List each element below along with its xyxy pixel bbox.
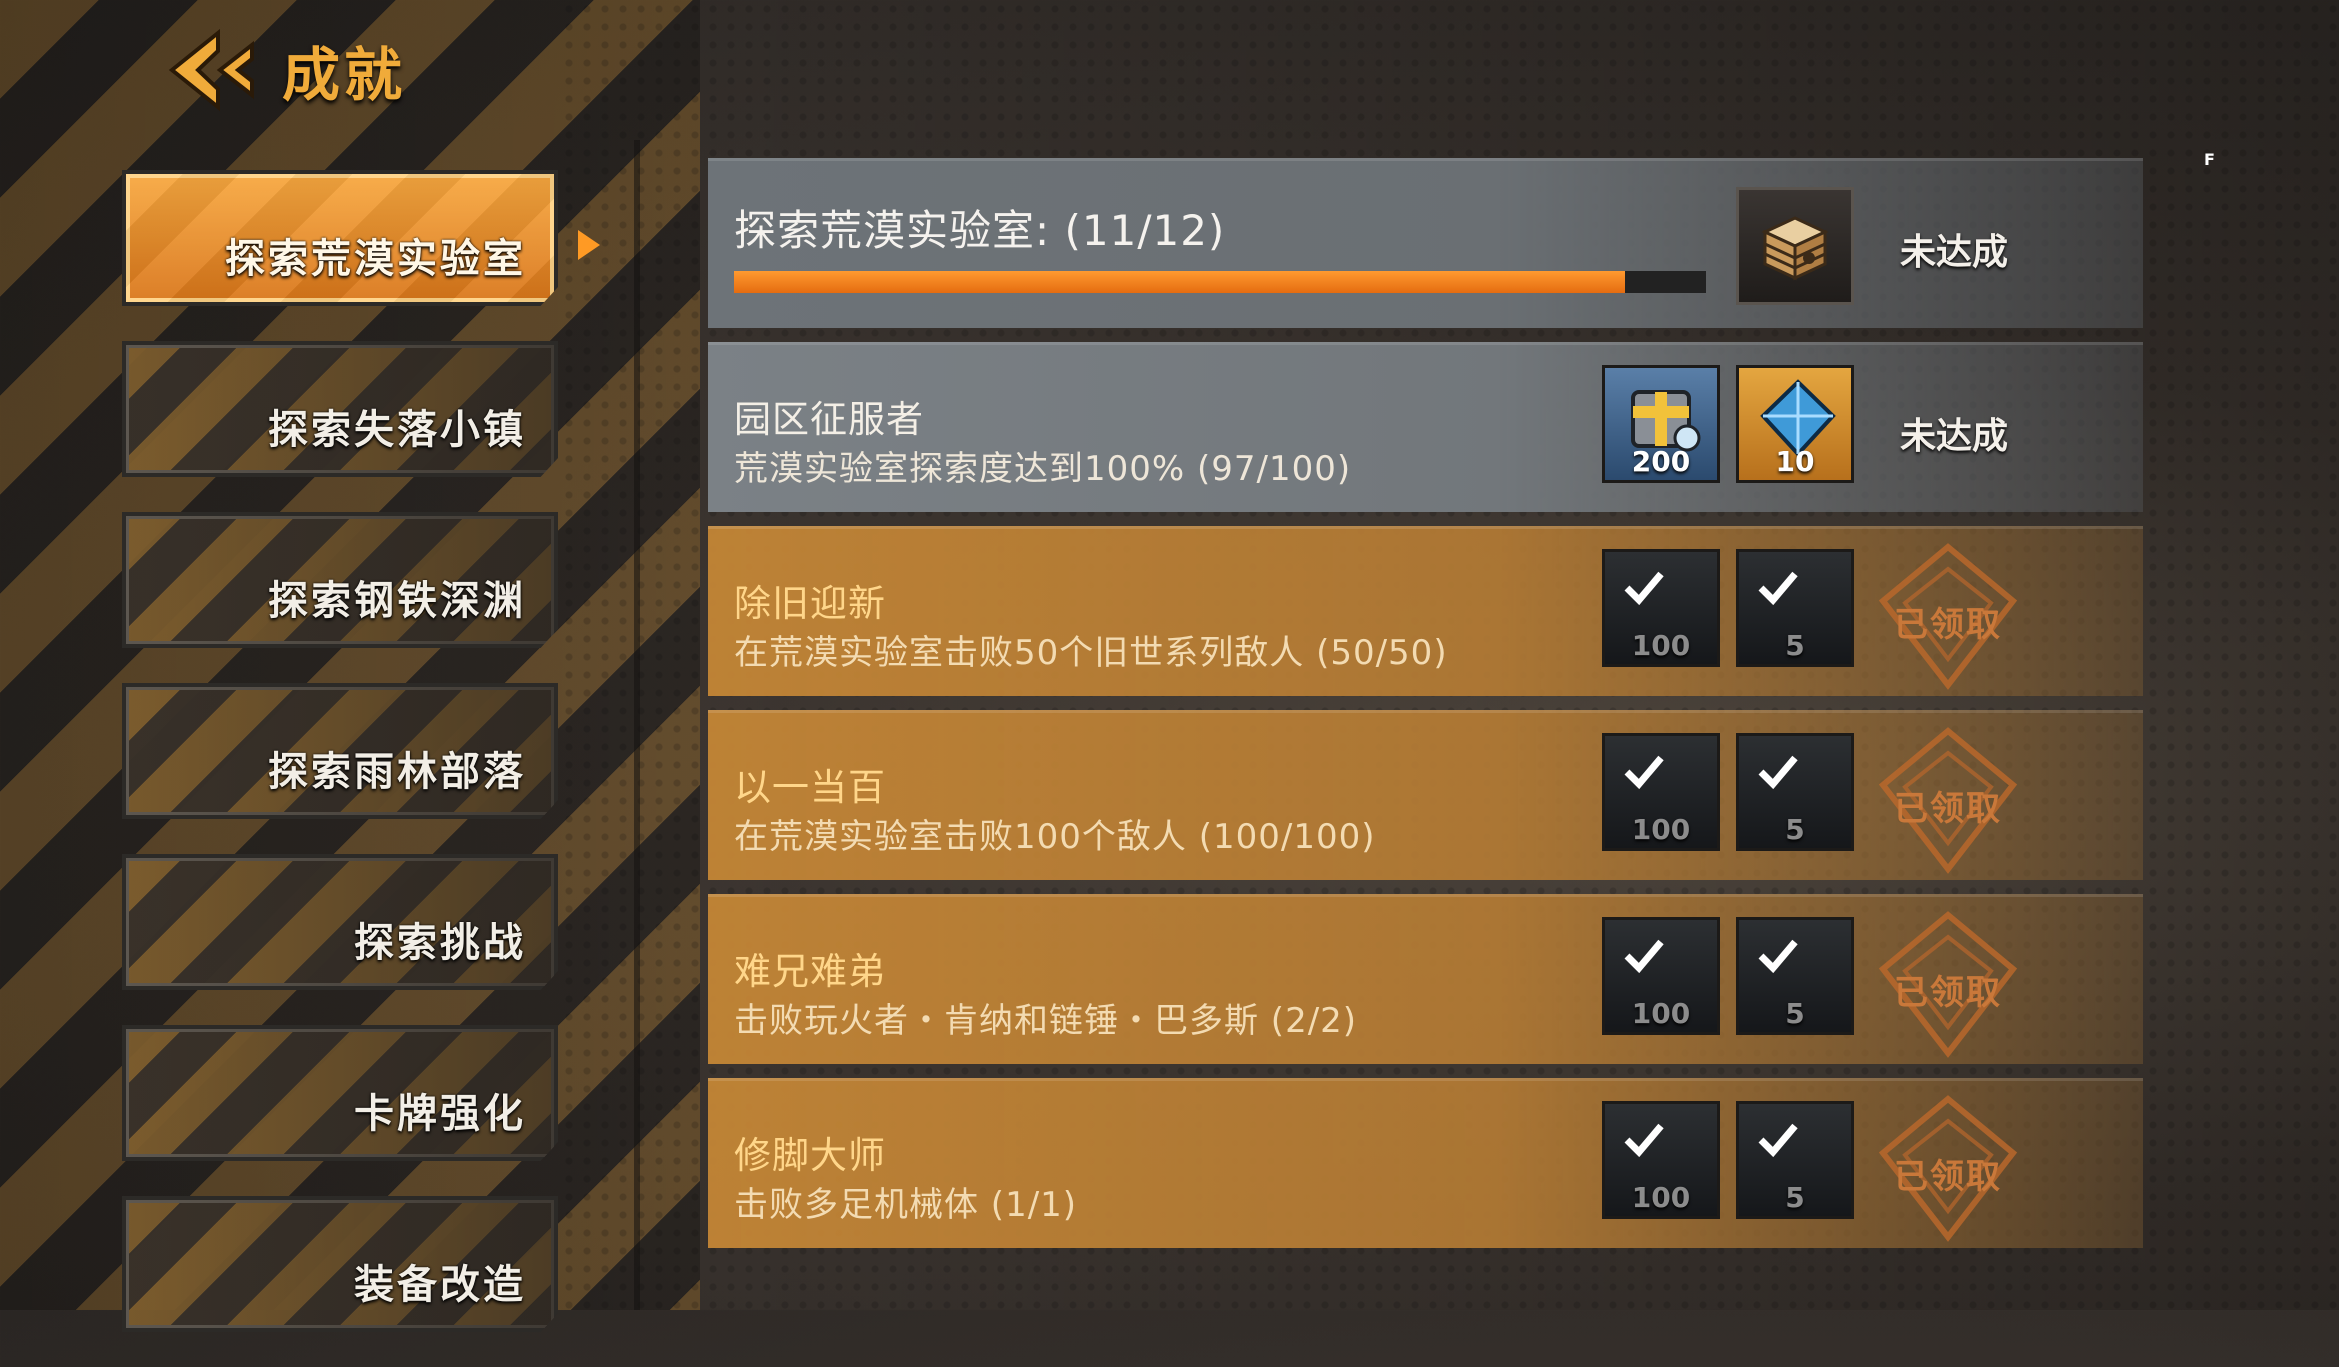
achievement-description: 在荒漠实验室击败100个敌人 (100/100) — [734, 817, 1376, 857]
checkmark-icon — [1624, 755, 1664, 790]
achievement-row: 难兄难弟 击败玩火者・肯纳和链锤・巴多斯 (2/2) 100 5 已领取 — [708, 894, 2143, 1064]
achievement-title: 修脚大师 — [734, 1134, 886, 1177]
sidebar-item-lost-town[interactable]: 探索失落小镇 — [122, 341, 558, 477]
active-indicator-arrow-icon — [578, 230, 600, 260]
claimed-stamp: 已领取 — [1873, 1093, 2023, 1243]
achievement-description: 在荒漠实验室击败50个旧世系列敌人 (50/50) — [734, 633, 1448, 673]
reward-quantity: 5 — [1785, 813, 1805, 846]
achievement-description: 击败玩火者・肯纳和链锤・巴多斯 (2/2) — [734, 1001, 1358, 1041]
reward-quantity: 5 — [1785, 997, 1805, 1030]
checkmark-icon — [1758, 571, 1798, 606]
sidebar-item-label: 探索失落小镇 — [268, 407, 526, 453]
sidebar-item-desert-lab[interactable]: 探索荒漠实验室 — [122, 170, 558, 306]
achievement-title: 以一当百 — [734, 766, 886, 809]
checkmark-icon — [1624, 571, 1664, 606]
checkmark-icon — [1624, 939, 1664, 974]
achievement-status: 未达成 — [1899, 416, 2008, 457]
reward-coin-slot-claimed: 100 — [1602, 549, 1720, 667]
sidebar-item-steel-abyss[interactable]: 探索钢铁深渊 — [122, 512, 558, 648]
reward-coin-slot-claimed: 100 — [1602, 917, 1720, 1035]
claimed-label: 已领取 — [1894, 789, 2002, 829]
reward-gem-slot-claimed: 5 — [1736, 1101, 1854, 1219]
sidebar-item-label: 探索雨林部落 — [268, 749, 526, 795]
claimed-label: 已领取 — [1894, 1157, 2002, 1197]
sidebar-divider — [634, 140, 640, 1310]
sidebar-item-label: 探索荒漠实验室 — [225, 236, 526, 282]
checkmark-icon — [1758, 755, 1798, 790]
reward-coin-slot[interactable]: 200 — [1602, 365, 1720, 483]
achievement-description: 荒漠实验室探索度达到100% (97/100) — [734, 449, 1352, 489]
reward-gem-slot-claimed: 5 — [1736, 733, 1854, 851]
achievement-list[interactable]: 探索荒漠实验室: (11/12) 未达成 园区征服者 荒漠实验室探索度达到100… — [708, 158, 2143, 1262]
sidebar-item-card-upgrade[interactable]: 卡牌强化 — [122, 1025, 558, 1161]
category-progress-fill — [734, 271, 1626, 293]
category-progress-bar — [734, 271, 1706, 293]
checkmark-icon — [1624, 1123, 1664, 1158]
claimed-label: 已领取 — [1894, 605, 2002, 645]
reward-quantity: 5 — [1785, 1181, 1805, 1214]
reward-coin-slot-claimed: 100 — [1602, 1101, 1720, 1219]
claimed-label: 已领取 — [1894, 973, 2002, 1013]
claimed-stamp: 已领取 — [1873, 909, 2023, 1059]
crate-icon-graphic — [1761, 216, 1829, 281]
reward-quantity: 200 — [1631, 445, 1691, 478]
crate-icon — [1736, 187, 1854, 305]
category-sidebar: 探索荒漠实验室 探索失落小镇 探索钢铁深渊 探索雨林部落 探索挑战 卡牌强化 装… — [122, 170, 562, 1367]
sidebar-item-equipment-mod[interactable]: 装备改造 — [122, 1196, 558, 1332]
checkmark-icon — [1758, 1123, 1798, 1158]
sidebar-item-label: 探索钢铁深渊 — [268, 578, 526, 624]
sidebar-item-explore-challenge[interactable]: 探索挑战 — [122, 854, 558, 990]
back-arrow-icon[interactable] — [160, 25, 260, 115]
reward-gem-slot-claimed: 5 — [1736, 917, 1854, 1035]
reward-quantity: 5 — [1785, 629, 1805, 662]
corner-mark: F — [2204, 150, 2215, 169]
sidebar-item-label: 卡牌强化 — [354, 1091, 526, 1137]
sidebar-item-rainforest-tribe[interactable]: 探索雨林部落 — [122, 683, 558, 819]
achievement-row: 园区征服者 荒漠实验室探索度达到100% (97/100) 200 10 未达成 — [708, 342, 2143, 512]
reward-gem-slot-claimed: 5 — [1736, 549, 1854, 667]
reward-quantity: 100 — [1631, 1181, 1691, 1214]
achievement-title: 除旧迎新 — [734, 582, 886, 625]
category-status: 未达成 — [1899, 232, 2008, 273]
achievement-title: 园区征服者 — [734, 398, 924, 441]
sidebar-item-label: 装备改造 — [354, 1262, 526, 1308]
reward-quantity: 100 — [1631, 997, 1691, 1030]
claimed-stamp: 已领取 — [1873, 725, 2023, 875]
page-header: 成就 — [160, 20, 406, 120]
achievement-row: 修脚大师 击败多足机械体 (1/1) 100 5 已领取 — [708, 1078, 2143, 1248]
category-title: 探索荒漠实验室: (11/12) — [734, 206, 1226, 255]
reward-coin-slot-claimed: 100 — [1602, 733, 1720, 851]
achievement-description: 击败多足机械体 (1/1) — [734, 1185, 1078, 1225]
claimed-stamp: 已领取 — [1873, 541, 2023, 691]
sidebar-item-label: 探索挑战 — [354, 920, 526, 966]
achievement-row: 以一当百 在荒漠实验室击败100个敌人 (100/100) 100 5 已领取 — [708, 710, 2143, 880]
page-title: 成就 — [282, 41, 407, 109]
reward-quantity: 100 — [1631, 629, 1691, 662]
category-summary-row: 探索荒漠实验室: (11/12) 未达成 — [708, 158, 2143, 328]
achievement-title: 难兄难弟 — [734, 950, 886, 993]
achievement-row: 除旧迎新 在荒漠实验室击败50个旧世系列敌人 (50/50) 100 5 已领取 — [708, 526, 2143, 696]
reward-gem-slot[interactable]: 10 — [1736, 365, 1854, 483]
reward-quantity: 10 — [1775, 445, 1815, 478]
reward-quantity: 100 — [1631, 813, 1691, 846]
checkmark-icon — [1758, 939, 1798, 974]
